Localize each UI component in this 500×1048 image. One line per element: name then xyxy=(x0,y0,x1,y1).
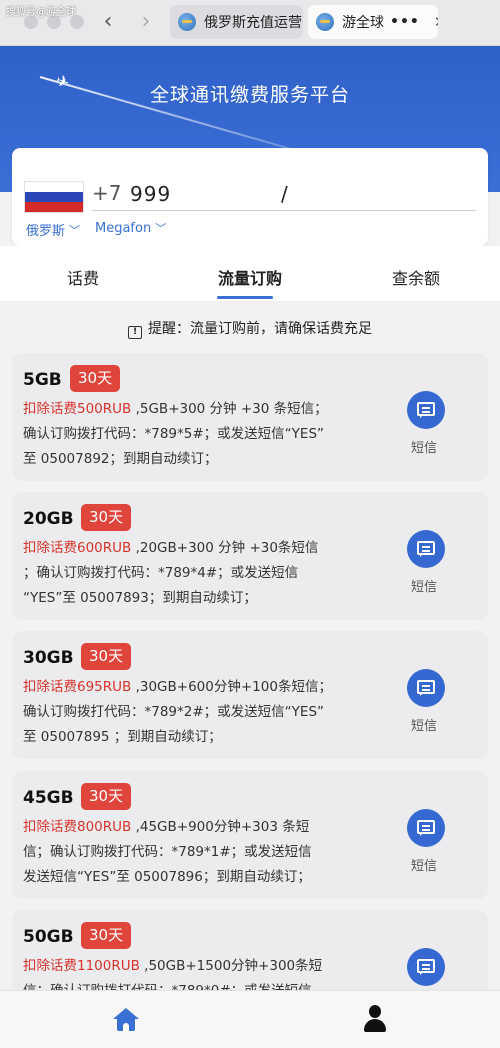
sms-label[interactable]: 短信 xyxy=(411,437,437,456)
user-icon[interactable] xyxy=(363,1005,387,1033)
country-selector[interactable]: 俄罗斯 ﹀ xyxy=(26,220,81,240)
notice-text: 提醒：流量订购前，请确保话费充足 xyxy=(148,321,372,337)
package-size: 5GB xyxy=(23,370,62,390)
chevron-down-icon: ﹀ xyxy=(155,222,167,235)
browser-tab-title: 俄罗斯充值运营 xyxy=(204,15,302,31)
package-size: 50GB xyxy=(23,927,74,947)
browser-toolbar: 搜狐号@游全球 ‹ › 俄罗斯充值运营 游全球 ••• ✕ xyxy=(0,0,500,46)
tab-data-order[interactable]: 流量订购 xyxy=(190,265,310,289)
duration-badge: 30天 xyxy=(81,783,132,810)
message-icon xyxy=(417,541,435,557)
notice: ! 提醒：流量订购前，请确保话费充足 xyxy=(0,318,500,339)
operator-label: Megafon xyxy=(95,220,152,236)
watermark: 搜狐号@游全球 xyxy=(6,7,76,18)
message-icon xyxy=(417,402,435,418)
chevron-down-icon: ﹀ xyxy=(69,223,81,237)
description-line: ,30GB+600分钟+100条短信； xyxy=(131,679,332,695)
description-line: 确认订购拨打代码：*789*2#；或发送短信“YES” xyxy=(23,704,325,720)
price-text: 扣除话费695RUB xyxy=(23,679,132,695)
close-icon[interactable]: ✕ xyxy=(434,13,438,31)
package-description: 扣除话费800RUB ,45GB+900分钟+303 条短 信；确认订购拨打代码… xyxy=(23,815,373,890)
browser-tab-active[interactable]: 游全球 ••• ✕ xyxy=(308,5,438,39)
duration-badge: 30天 xyxy=(81,504,132,531)
country-code: +7 xyxy=(92,181,122,205)
description-line: ,20GB+300 分钟 +30条短信 xyxy=(131,540,319,556)
sms-button[interactable] xyxy=(407,809,445,847)
bottom-nav xyxy=(0,990,500,1048)
duration-badge: 30天 xyxy=(81,643,132,670)
sms-button[interactable] xyxy=(407,669,445,707)
description-line: ,5GB+300 分钟 +30 条短信； xyxy=(131,401,328,417)
browser-tab[interactable]: 俄罗斯充值运营 xyxy=(170,5,303,39)
forward-arrow-icon[interactable]: › xyxy=(136,9,156,34)
alert-icon: ! xyxy=(128,326,142,339)
globe-icon xyxy=(178,13,196,31)
description-line: 至 05007895 ；到期自动续订； xyxy=(23,729,222,745)
description-line: 发送短信“YES”至 05007896；到期自动续订； xyxy=(23,869,311,885)
package-card: 45GB 30天 扣除话费800RUB ,45GB+900分钟+303 条短 信… xyxy=(12,771,488,899)
sms-label[interactable]: 短信 xyxy=(411,576,437,595)
browser-tab-title: 游全球 xyxy=(342,15,384,31)
description-line: ,45GB+900分钟+303 条短 xyxy=(131,819,310,835)
description-line: ；确认订购拨打代码：*789*4#；或发送短信 xyxy=(23,565,299,581)
price-text: 扣除话费600RUB xyxy=(23,540,132,556)
sms-button[interactable] xyxy=(407,530,445,568)
price-text: 扣除话费1100RUB xyxy=(23,958,140,974)
description-line: 确认订购拨打代码：*789*5#；或发送短信“YES” xyxy=(23,426,325,442)
description-line: ,50GB+1500分钟+300条短 xyxy=(139,958,323,974)
country-label: 俄罗斯 xyxy=(26,224,66,239)
description-line: 至 05007892；到期自动续订； xyxy=(23,451,218,467)
home-icon[interactable] xyxy=(113,1008,139,1032)
sms-label[interactable]: 短信 xyxy=(411,855,437,874)
package-card: 5GB 30天 扣除话费500RUB ,5GB+300 分钟 +30 条短信； … xyxy=(12,353,488,481)
package-card: 20GB 30天 扣除话费600RUB ,20GB+300 分钟 +30条短信 … xyxy=(12,492,488,620)
sms-button[interactable] xyxy=(407,948,445,986)
operator-selector[interactable]: Megafon ﹀ xyxy=(95,220,166,236)
sms-button[interactable] xyxy=(407,391,445,429)
price-text: 扣除话费500RUB xyxy=(23,401,132,417)
message-icon xyxy=(417,680,435,696)
service-tabs: 话费 流量订购 查余额 xyxy=(0,246,500,302)
input-underline xyxy=(92,210,476,211)
back-arrow-icon[interactable]: ‹ xyxy=(98,9,118,34)
description-line: “YES”至 05007893；到期自动续订； xyxy=(23,590,257,606)
page-title: 全球通讯缴费服务平台 xyxy=(149,84,350,106)
description-line: 信；确认订购拨打代码：*789*1#；或发送短信 xyxy=(23,844,312,860)
package-size: 30GB xyxy=(23,648,74,668)
active-tab-indicator xyxy=(217,296,273,299)
sms-label[interactable]: 短信 xyxy=(411,715,437,734)
duration-badge: 30天 xyxy=(70,365,121,392)
phone-number-input[interactable]: 999 / xyxy=(130,182,289,206)
tab-phone-credit[interactable]: 话费 xyxy=(23,265,143,289)
package-description: 扣除话费695RUB ,30GB+600分钟+100条短信； 确认订购拨打代码：… xyxy=(23,675,373,750)
duration-badge: 30天 xyxy=(81,922,132,949)
russia-flag-icon xyxy=(24,181,84,213)
message-icon xyxy=(417,959,435,975)
package-card: 30GB 30天 扣除话费695RUB ,30GB+600分钟+100条短信； … xyxy=(12,631,488,759)
package-description: 扣除话费600RUB ,20GB+300 分钟 +30条短信 ；确认订购拨打代码… xyxy=(23,536,373,611)
package-size: 20GB xyxy=(23,509,74,529)
price-text: 扣除话费800RUB xyxy=(23,819,132,835)
message-icon xyxy=(417,820,435,836)
tab-balance[interactable]: 查余额 xyxy=(356,265,476,289)
package-description: 扣除话费500RUB ,5GB+300 分钟 +30 条短信； 确认订购拨打代码… xyxy=(23,397,373,472)
more-icon[interactable]: ••• xyxy=(390,14,420,30)
phone-input-card: +7 999 / 俄罗斯 ﹀ Megafon ﹀ xyxy=(12,148,488,246)
globe-icon xyxy=(316,13,334,31)
package-size: 45GB xyxy=(23,788,74,808)
